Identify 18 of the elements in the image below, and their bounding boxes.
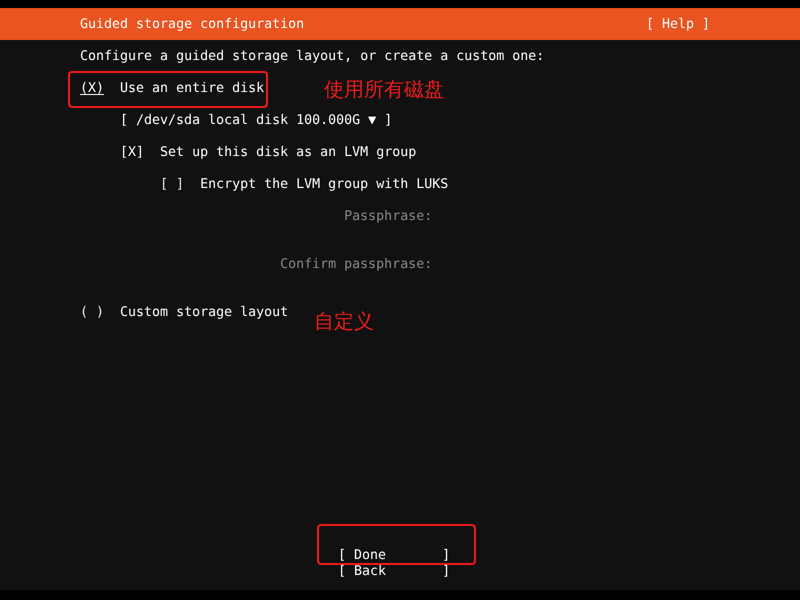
menu-button[interactable]: [ Done ] xyxy=(338,548,450,564)
field-label: Passphrase: xyxy=(344,209,432,225)
checkbox[interactable]: [ ] xyxy=(160,177,184,193)
disk-dropdown[interactable]: [ /dev/sda local disk 100.000G ▼ ] xyxy=(120,113,392,129)
annotation-text: 使用所有磁盘 xyxy=(324,81,444,97)
menu-button[interactable]: [ Back ] xyxy=(338,564,450,580)
checkbox-label: Encrypt the LVM group with LUKS xyxy=(200,177,448,193)
radio-label: Custom storage layout xyxy=(120,305,288,321)
radio-button[interactable]: (X) xyxy=(80,81,104,97)
checkbox[interactable]: [X] xyxy=(120,145,144,161)
radio-label: Use an entire disk xyxy=(120,81,264,97)
annotation-text: 自定义 xyxy=(314,313,374,329)
intro-text: Configure a guided storage layout, or create a custom one: xyxy=(80,49,544,65)
help-button[interactable]: [ Help ] xyxy=(646,16,710,32)
radio-button[interactable]: ( ) xyxy=(80,305,104,321)
checkbox-label: Set up this disk as an LVM group xyxy=(160,145,416,161)
screen-title: Guided storage configuration xyxy=(80,16,304,32)
field-label: Confirm passphrase: xyxy=(280,257,432,273)
